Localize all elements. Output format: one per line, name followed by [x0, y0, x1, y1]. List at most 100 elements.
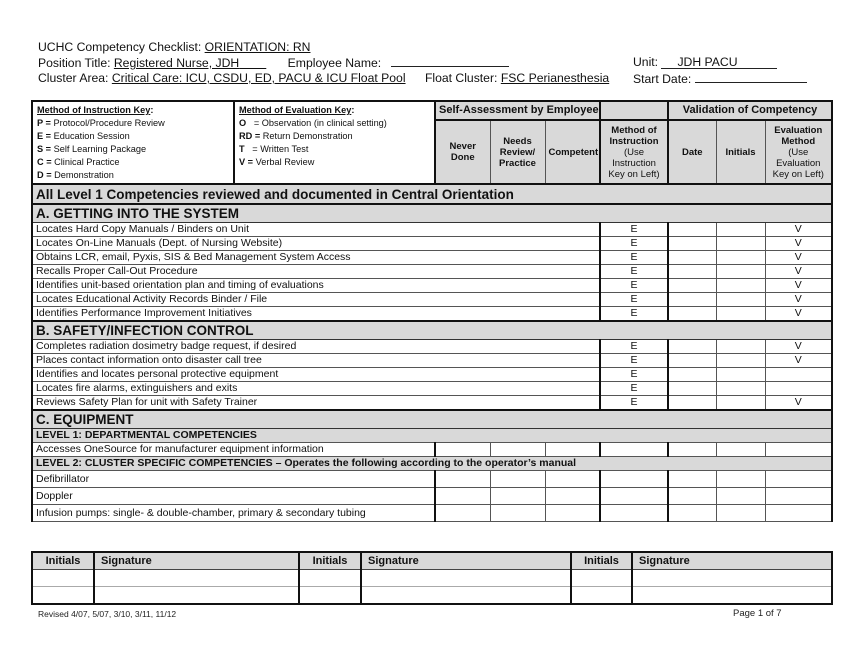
never-done-cell[interactable] [434, 442, 491, 457]
eval-cell[interactable] [764, 381, 834, 396]
never-done-cell[interactable] [434, 504, 491, 522]
competent-cell[interactable] [544, 442, 601, 457]
key-code: E = [37, 131, 52, 141]
never-done-cell[interactable] [434, 487, 491, 505]
date-cell[interactable] [667, 250, 717, 265]
method-cell[interactable]: E [599, 367, 669, 382]
method-cell[interactable] [599, 470, 669, 488]
initials-cell[interactable] [715, 222, 766, 237]
method-of-instruction-header: Method of Instruction (Use Instruction K… [599, 119, 669, 185]
method-cell[interactable]: E [599, 381, 669, 396]
date-cell[interactable] [667, 306, 717, 322]
eval-cell[interactable]: V [764, 339, 834, 354]
initials-field[interactable] [570, 569, 633, 587]
signature-field[interactable] [631, 569, 833, 587]
initials-cell[interactable] [715, 487, 766, 505]
instruction-key-item: S = Self Learning Package [37, 143, 229, 156]
initials-cell[interactable] [715, 504, 766, 522]
signature-field[interactable] [360, 569, 572, 587]
method-cell[interactable]: E [599, 264, 669, 279]
eval-cell[interactable] [764, 470, 834, 488]
method-cell[interactable]: E [599, 278, 669, 293]
key-code: O [239, 118, 247, 128]
method-cell[interactable]: E [599, 222, 669, 237]
signature-field[interactable] [93, 586, 300, 605]
initials-cell[interactable] [715, 292, 766, 307]
method-cell[interactable] [599, 442, 669, 457]
needs-review-cell[interactable] [489, 442, 546, 457]
initials-field[interactable] [298, 586, 362, 605]
unit-field[interactable]: JDH PACU [661, 56, 778, 69]
initials-cell[interactable] [715, 264, 766, 279]
date-cell[interactable] [667, 487, 717, 505]
needs-review-cell[interactable] [489, 504, 546, 522]
eval-cell[interactable] [764, 487, 834, 505]
method-cell[interactable]: E [599, 306, 669, 322]
signature-field[interactable] [360, 586, 572, 605]
eval-cell[interactable]: V [764, 353, 834, 368]
initials-cell[interactable] [715, 381, 766, 396]
date-cell[interactable] [667, 353, 717, 368]
signature-field[interactable] [93, 569, 300, 587]
initials-cell[interactable] [715, 236, 766, 251]
position-value[interactable]: Registered Nurse, JDH [114, 56, 266, 70]
eval-cell[interactable]: V [764, 264, 834, 279]
method-cell[interactable]: E [599, 250, 669, 265]
method-cell[interactable]: E [599, 292, 669, 307]
needs-review-cell[interactable] [489, 487, 546, 505]
date-cell[interactable] [667, 264, 717, 279]
date-cell[interactable] [667, 470, 717, 488]
eval-cell[interactable] [764, 367, 834, 382]
initials-cell[interactable] [715, 250, 766, 265]
initials-cell[interactable] [715, 353, 766, 368]
eval-cell[interactable]: V [764, 306, 834, 322]
initials-cell[interactable] [715, 442, 766, 457]
method-cell[interactable]: E [599, 236, 669, 251]
never-done-cell[interactable] [434, 470, 491, 488]
eval-cell[interactable]: V [764, 278, 834, 293]
signature-field[interactable] [631, 586, 833, 605]
eval-cell[interactable]: V [764, 222, 834, 237]
competent-cell[interactable] [544, 470, 601, 488]
date-cell[interactable] [667, 292, 717, 307]
competent-cell[interactable] [544, 504, 601, 522]
eval-cell[interactable]: V [764, 250, 834, 265]
initials-cell[interactable] [715, 278, 766, 293]
start-date-field[interactable] [694, 71, 807, 83]
initials-cell[interactable] [715, 367, 766, 382]
method-cell[interactable]: E [599, 339, 669, 354]
initials-field[interactable] [570, 586, 633, 605]
method-cell[interactable] [599, 487, 669, 505]
method-cell[interactable] [599, 504, 669, 522]
initials-cell[interactable] [715, 470, 766, 488]
date-cell[interactable] [667, 442, 717, 457]
competency-text: Identifies and locates personal protecti… [31, 367, 601, 382]
initials-cell[interactable] [715, 339, 766, 354]
eval-cell[interactable]: V [764, 236, 834, 251]
initials-cell[interactable] [715, 395, 766, 411]
needs-review-cell[interactable] [489, 470, 546, 488]
method-cell[interactable]: E [599, 395, 669, 411]
date-cell[interactable] [667, 339, 717, 354]
employee-name-field[interactable] [390, 55, 509, 67]
date-cell[interactable] [667, 367, 717, 382]
eval-cell[interactable] [764, 504, 834, 522]
initials-field[interactable] [298, 569, 362, 587]
section-header: B. SAFETY/INFECTION CONTROL [30, 320, 834, 340]
initials-field[interactable] [31, 569, 95, 587]
eval-cell[interactable]: V [764, 395, 834, 411]
date-cell[interactable] [667, 504, 717, 522]
eval-cell[interactable] [764, 442, 834, 457]
date-cell[interactable] [667, 222, 717, 237]
date-cell[interactable] [667, 381, 717, 396]
initials-cell[interactable] [715, 306, 766, 322]
method-cell[interactable]: E [599, 353, 669, 368]
date-cell[interactable] [667, 236, 717, 251]
date-cell[interactable] [667, 278, 717, 293]
initials-field[interactable] [31, 586, 95, 605]
instruction-key-item: D = Demonstration [37, 169, 229, 182]
eval-cell[interactable]: V [764, 292, 834, 307]
competent-cell[interactable] [544, 487, 601, 505]
method-note: (Use Instruction Key on Left) [608, 146, 660, 180]
date-cell[interactable] [667, 395, 717, 411]
